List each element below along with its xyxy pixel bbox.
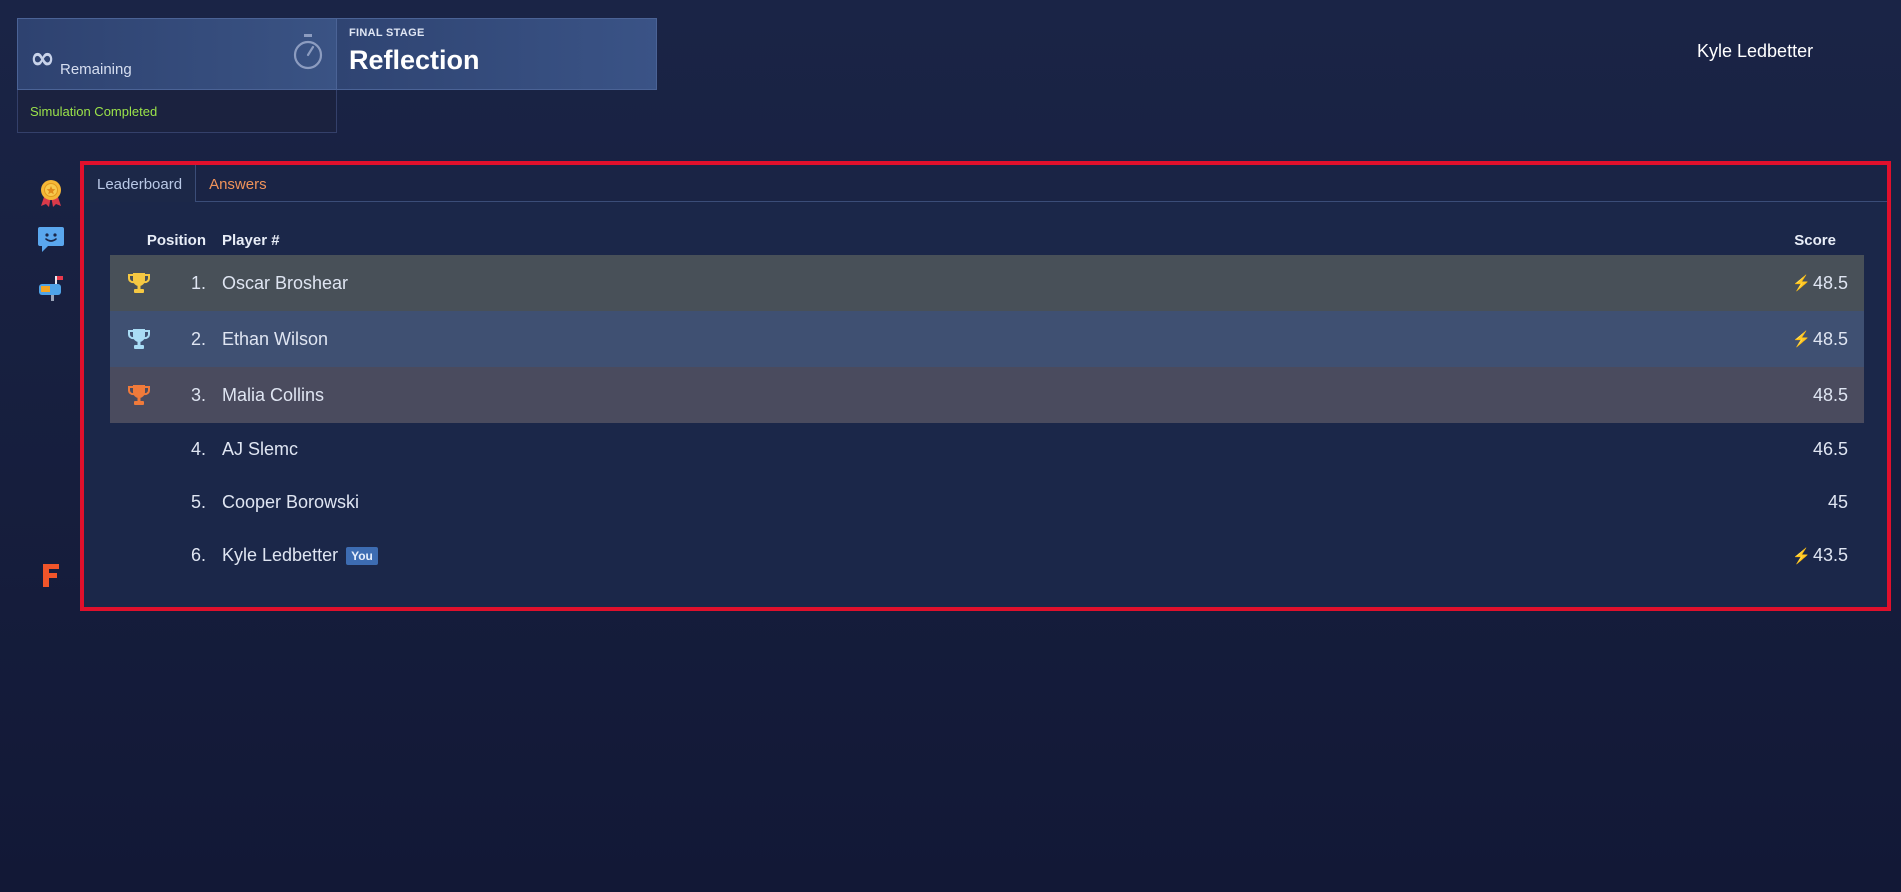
table-row: 2. Ethan Wilson ⚡ 48.5 <box>110 311 1864 367</box>
leaderboard-panel: Leaderboard Answers Position Player # Sc… <box>80 161 1891 611</box>
row-score: 45 <box>1758 492 1848 513</box>
tab-answers[interactable]: Answers <box>196 165 280 202</box>
timer-panel: ∞ Remaining <box>17 18 337 90</box>
tab-leaderboard[interactable]: Leaderboard <box>84 165 197 202</box>
simulation-status: Simulation Completed <box>17 90 337 133</box>
table-row: 3. Malia Collins 48.5 <box>110 367 1864 423</box>
mailbox-icon[interactable] <box>37 272 65 302</box>
row-position: 4. <box>190 439 206 459</box>
award-ribbon-icon[interactable] <box>37 178 65 208</box>
row-position: 2. <box>190 328 206 349</box>
row-score-value: 48.5 <box>1812 384 1848 405</box>
row-position: 6. <box>190 545 206 565</box>
row-score-value: 43.5 <box>1812 545 1848 565</box>
row-score: ⚡ 48.5 <box>1758 273 1848 294</box>
header-player[interactable]: Player # <box>222 232 1766 249</box>
row-score: 46.5 <box>1758 439 1848 460</box>
row-score: 48.5 <box>1758 385 1848 406</box>
row-score-value: 48.5 <box>1812 272 1848 293</box>
header-score[interactable]: Score <box>1766 232 1836 249</box>
gold-trophy-icon <box>128 273 150 293</box>
infinity-icon: ∞ <box>30 41 55 76</box>
table-row: 5. Cooper Borowski 45 <box>110 476 1864 529</box>
row-position: 5. <box>190 492 206 512</box>
row-player-name: Ethan Wilson <box>222 328 329 349</box>
stopwatch-icon <box>293 34 323 70</box>
row-player-name: Kyle Ledbetter <box>222 545 339 565</box>
row-score-value: 48.5 <box>1812 328 1848 349</box>
table-row: 6. Kyle Ledbetter You ⚡ 43.5 <box>110 529 1864 582</box>
row-score: ⚡ 43.5 <box>1758 545 1848 566</box>
row-position: 1. <box>190 272 206 293</box>
stage-title: Reflection <box>349 45 480 75</box>
row-player-name: AJ Slemc <box>222 439 299 459</box>
brand-f-logo-icon[interactable] <box>37 560 65 590</box>
row-player-name: Cooper Borowski <box>222 492 360 512</box>
silver-trophy-icon <box>128 329 150 349</box>
stage-panel: FINAL STAGE Reflection <box>336 18 657 90</box>
chat-bubble-icon[interactable] <box>37 224 65 254</box>
leaderboard-table: Position Player # Score 1. Oscar Broshea… <box>110 225 1864 582</box>
bolt-icon: ⚡ <box>1792 331 1811 348</box>
row-position: 3. <box>190 384 206 405</box>
stage-label: FINAL STAGE <box>349 27 425 39</box>
row-player-name: Malia Collins <box>222 384 325 405</box>
you-badge: You <box>346 546 378 565</box>
remaining-label: Remaining <box>60 61 132 78</box>
table-row: 4. AJ Slemc 46.5 <box>110 423 1864 476</box>
row-score-value: 46.5 <box>1812 439 1848 459</box>
header-position[interactable]: Position <box>110 232 206 249</box>
row-player-name: Oscar Broshear <box>222 272 349 293</box>
user-name[interactable]: Kyle Ledbetter <box>1697 41 1813 62</box>
table-row: 1. Oscar Broshear ⚡ 48.5 <box>110 255 1864 311</box>
row-score-value: 45 <box>1827 492 1848 512</box>
bolt-icon: ⚡ <box>1792 547 1811 565</box>
bronze-trophy-icon <box>128 385 150 405</box>
row-score: ⚡ 48.5 <box>1758 329 1848 350</box>
tab-bar: Leaderboard Answers <box>84 165 1887 202</box>
bolt-icon: ⚡ <box>1792 275 1811 292</box>
table-header: Position Player # Score <box>110 225 1864 255</box>
